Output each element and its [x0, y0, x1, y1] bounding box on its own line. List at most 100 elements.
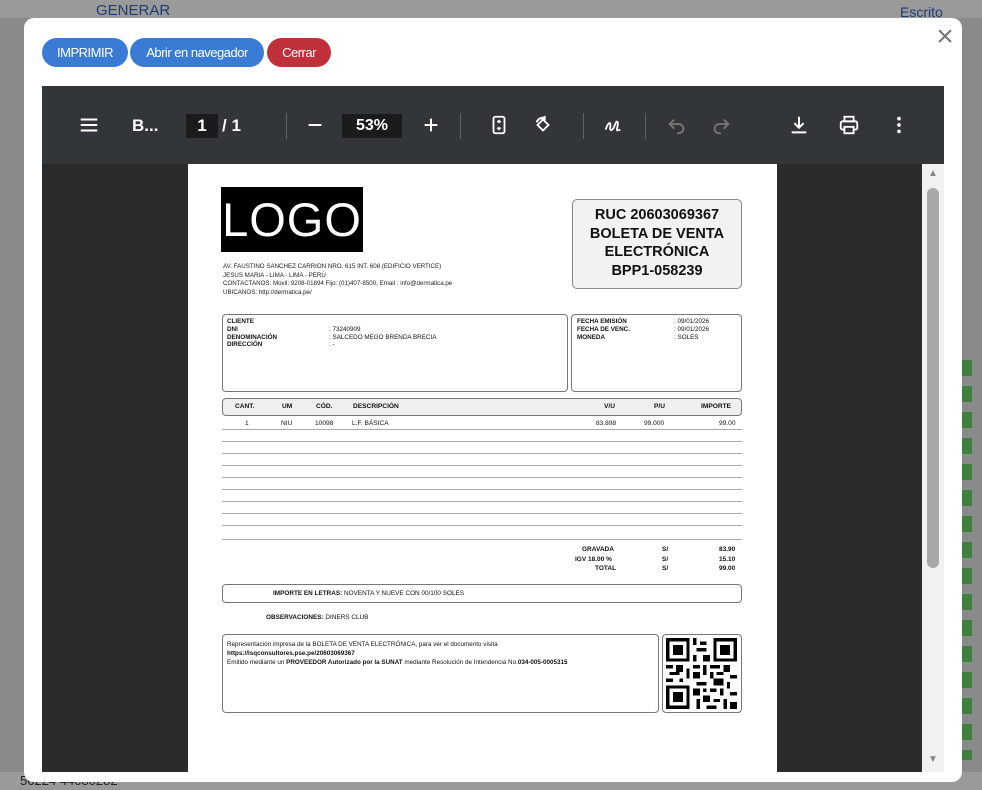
sunat-text-bold: PROVEEDOR Autorizado por la SUNAT: [286, 659, 403, 666]
toolbar-divider: [460, 113, 461, 139]
observations-label: OBSERVACIONES:: [266, 614, 324, 621]
company-address: AV. FAUSTINO SANCHEZ CARRION NRO. 615 IN…: [223, 263, 533, 297]
zoom-out-icon[interactable]: [300, 110, 330, 140]
cell-cod: 10098: [315, 420, 334, 427]
table-line: [222, 489, 742, 490]
col-importe: IMPORTE: [701, 403, 732, 410]
total-label: TOTAL: [595, 565, 617, 572]
name-label: DENOMINACIÓN: [227, 333, 278, 341]
background-generate-link: GENERAR: [96, 2, 171, 19]
pdf-page: LOGO AV. FAUSTINO SANCHEZ CARRION NRO. 6…: [188, 164, 777, 772]
scroll-up-icon[interactable]: ▲: [928, 168, 938, 179]
sunat-text-mid: mediante Resolución de Intendencia No.: [402, 659, 518, 666]
scroll-down-icon[interactable]: ▼: [928, 754, 938, 765]
menu-icon[interactable]: [74, 110, 104, 140]
annotate-icon[interactable]: [598, 110, 628, 140]
observations: OBSERVACIONES: DINERS CLUB: [266, 614, 368, 621]
rotate-icon[interactable]: [528, 110, 558, 140]
company-logo: LOGO: [221, 187, 363, 252]
sunat-text-pre: Emitido mediante un: [227, 659, 287, 666]
document-title: B...: [132, 116, 159, 135]
background-action-column: [962, 360, 972, 760]
document-type-cont: ELECTRÓNICA: [604, 244, 710, 260]
download-icon[interactable]: [784, 110, 814, 140]
undo-icon[interactable]: [662, 110, 692, 140]
document-number: BPP1-058239: [611, 262, 703, 279]
document-type: BOLETA DE VENTA: [589, 225, 725, 242]
ruc-box: RUC 20603069367 BOLETA DE VENTA ELECTRÓN…: [572, 199, 742, 289]
print-button[interactable]: IMPRIMIR: [42, 38, 128, 67]
toolbar-divider: [583, 113, 584, 139]
open-in-browser-button[interactable]: Abrir en navegador: [130, 38, 264, 67]
table-line: [222, 539, 742, 540]
emission-label: FECHA EMISIÓN: [577, 318, 627, 325]
gravada-label: GRAVADA: [582, 546, 614, 553]
table-line: [222, 501, 742, 502]
close-button[interactable]: Cerrar: [267, 38, 331, 67]
col-cant: CANT.: [235, 403, 255, 410]
table-line: [222, 525, 742, 526]
date-values: : 09/01/2026 : 09/01/2026 : SOLES: [674, 318, 709, 341]
cell-vu: 83.898: [596, 420, 617, 427]
client-values: : 73240909 : SALCEDO MEGO BRENDA BRECIA …: [329, 326, 436, 349]
col-pu: P/U: [654, 403, 665, 410]
amount-in-words: IMPORTE EN LETRAS: NOVENTA Y NUEVE CON 0…: [222, 584, 742, 603]
toolbar-divider: [286, 113, 287, 139]
background-header: GENERAR Escrito: [0, 0, 982, 20]
print-icon[interactable]: [834, 110, 864, 140]
date-labels: FECHA EMISIÓN FECHA DE VENC. MONEDA: [577, 318, 630, 341]
gravada-currency: S/: [662, 546, 669, 553]
close-icon[interactable]: ×: [932, 22, 958, 52]
address-label: DIRECCIÓN: [227, 341, 263, 349]
zoom-in-icon[interactable]: [416, 110, 446, 140]
client-labels: CLIENTE DNI DENOMINACIÓN DIRECCIÓN: [227, 318, 277, 349]
gravada-value: 83.90: [719, 546, 736, 553]
redo-icon[interactable]: [706, 110, 736, 140]
total-currency: S/: [662, 565, 669, 572]
table-line: [222, 513, 742, 514]
col-cod: CÓD.: [316, 403, 333, 410]
observations-value: DINERS CLUB: [323, 614, 369, 621]
representation-text: Representación impresa de la BOLETA DE V…: [227, 641, 498, 648]
table-line: [222, 453, 742, 454]
address-line: UBICANOS: http://dermatica.pe/: [223, 288, 312, 296]
emission-value: : 09/01/2026: [674, 318, 710, 325]
dni-label: DNI: [227, 325, 238, 333]
cell-cant: 1: [245, 420, 249, 427]
toolbar-divider: [645, 113, 646, 139]
pdf-preview-modal: IMPRIMIR Abrir en navegador Cerrar × B..…: [24, 18, 962, 782]
due-label: FECHA DE VENC.: [577, 325, 630, 333]
address-value: : -: [329, 341, 335, 349]
pdf-viewer: B... 1 / 1 53% LOGO AV. FAUSTINO SANCHEZ…: [42, 86, 944, 772]
table-line: [222, 465, 742, 466]
vertical-scrollbar[interactable]: ▲ ▼: [922, 164, 944, 772]
pdf-content-area[interactable]: LOGO AV. FAUSTINO SANCHEZ CARRION NRO. 6…: [42, 164, 944, 772]
qr-code-icon: [666, 638, 737, 709]
more-icon[interactable]: [884, 110, 914, 140]
page-number-input[interactable]: 1: [186, 114, 218, 138]
cell-desc: L.F. BÁSICA: [352, 420, 389, 427]
dni-value: : 73240909: [329, 325, 361, 333]
total-value: 99.00: [719, 565, 736, 572]
client-title: CLIENTE: [227, 318, 254, 325]
representation-url: https://lsqconsultores.pse.pe/2060306936…: [227, 650, 355, 657]
resolution-number: 034-005-0005315: [517, 659, 568, 666]
table-line: [222, 429, 742, 430]
cell-um: NIU: [281, 420, 293, 427]
col-um: UM: [282, 403, 293, 410]
representation-sunat: Emitido mediante un PROVEEDOR Autorizado…: [227, 658, 654, 667]
amount-words-value: NOVENTA Y NUEVE CON 00/100 SOLES: [342, 590, 465, 597]
currency-label: MONEDA: [577, 333, 605, 341]
igv-currency: S/: [662, 556, 669, 563]
col-desc: DESCRIPCIÓN: [353, 403, 399, 410]
table-line: [222, 441, 742, 442]
address-line: AV. FAUSTINO SANCHEZ CARRION NRO. 615 IN…: [223, 263, 442, 270]
table-line: [222, 477, 742, 478]
cell-pu: 99.000: [644, 420, 665, 427]
page-total: / 1: [222, 116, 241, 135]
representation-box: Representación impresa de la BOLETA DE V…: [222, 634, 659, 713]
scrollbar-thumb[interactable]: [927, 188, 939, 568]
name-value: : SALCEDO MEGO BRENDA BRECIA: [329, 333, 437, 341]
fit-page-icon[interactable]: [484, 110, 514, 140]
zoom-level-input[interactable]: 53%: [342, 114, 402, 138]
